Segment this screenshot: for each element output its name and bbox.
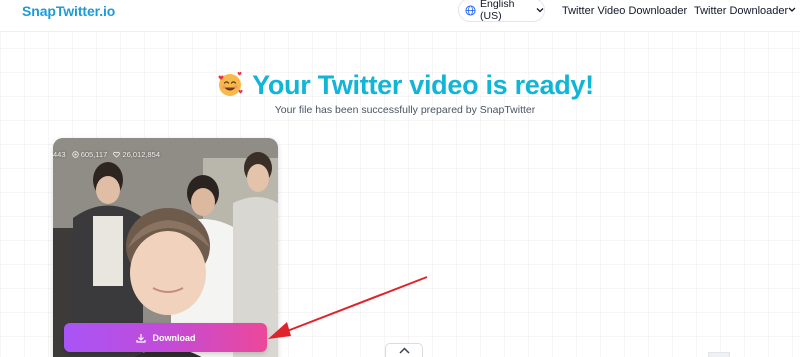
chevron-down-icon bbox=[536, 8, 544, 13]
stat-likes: 26,012,854 bbox=[122, 150, 160, 159]
download-label: Download bbox=[152, 332, 196, 343]
nav-twitter-video-downloader[interactable]: Twitter Video Downloader bbox=[562, 5, 687, 17]
globe-icon bbox=[465, 4, 476, 16]
chevron-up-icon bbox=[398, 347, 410, 354]
language-label: English (US) bbox=[480, 0, 515, 22]
heart-icon bbox=[113, 151, 121, 158]
language-selector[interactable]: English (US) bbox=[458, 0, 545, 22]
download-button[interactable]: Download bbox=[64, 323, 267, 352]
page-edge-element bbox=[708, 352, 730, 357]
page-title-text: Your Twitter video is ready! bbox=[252, 70, 594, 100]
page-subtitle: Your file has been successfully prepared… bbox=[274, 104, 536, 116]
page-title: Your Twitter video is ready! bbox=[0, 70, 800, 101]
video-stats: 443 605,117 26,012,854 bbox=[53, 150, 164, 159]
download-icon bbox=[135, 333, 146, 343]
site-logo[interactable]: SnapTwitter.io bbox=[22, 3, 115, 19]
scroll-to-top-button[interactable] bbox=[385, 343, 423, 357]
smiling-face-with-hearts-icon bbox=[218, 72, 243, 96]
nav-twitter-downloader[interactable]: Twitter Downloader bbox=[694, 5, 788, 17]
stat-views: 605,117 bbox=[80, 150, 108, 159]
header: SnapTwitter.io English (US) Twitter Vide… bbox=[0, 0, 800, 32]
eye-icon bbox=[71, 151, 79, 158]
stat-count: 443 bbox=[53, 150, 66, 159]
chevron-down-icon[interactable] bbox=[788, 5, 796, 15]
